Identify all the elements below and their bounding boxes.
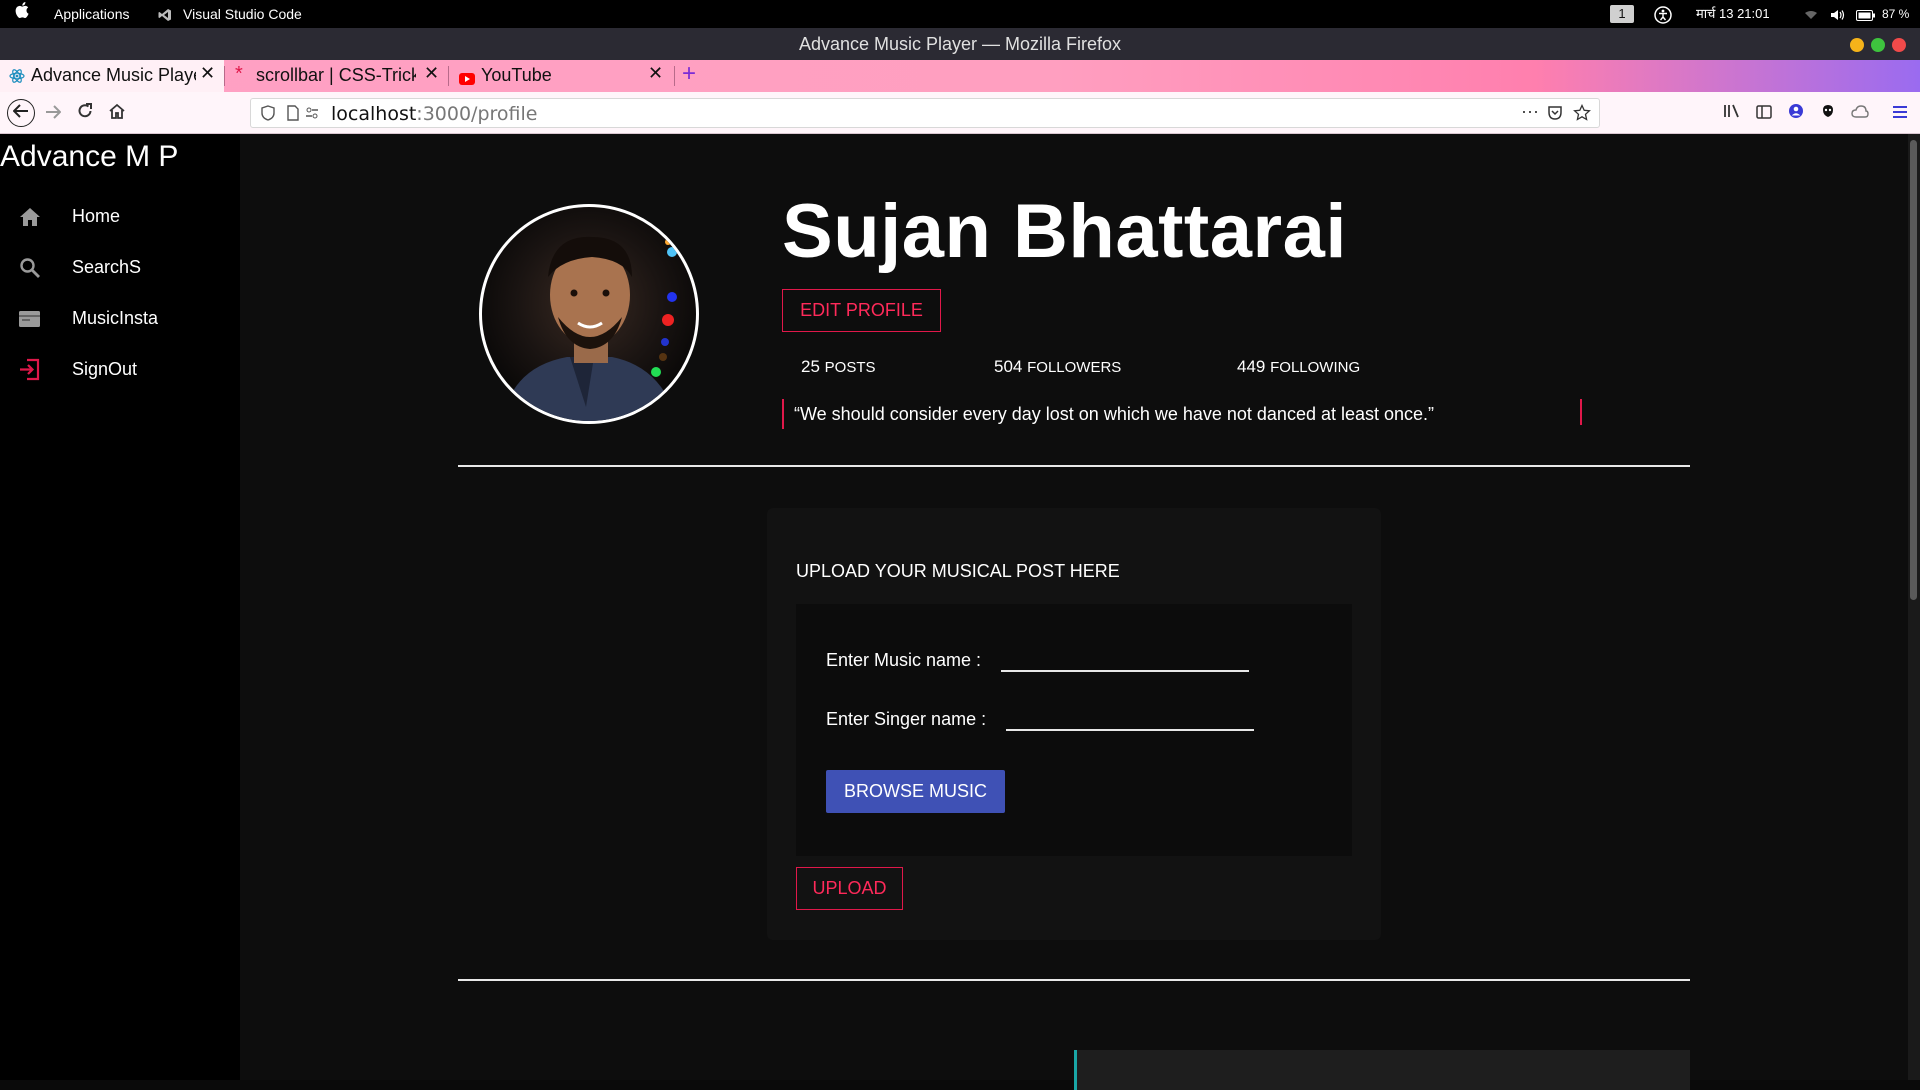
sidebar-toggle-icon[interactable] [1751, 100, 1777, 126]
back-button[interactable] [7, 99, 35, 127]
vscode-icon [158, 0, 172, 28]
window-title: Advance Music Player — Mozilla Firefox [798, 34, 1122, 54]
reload-button[interactable] [72, 100, 98, 126]
upload-card: UPLOAD YOUR MUSICAL POST HERE Enter Musi… [767, 508, 1381, 940]
css-tricks-favicon-icon: * [235, 63, 243, 85]
youtube-favicon-icon [459, 69, 475, 90]
brand-title[interactable]: Advance M P [0, 140, 178, 174]
tab-advance-music-player[interactable]: Advance Music Player ✕ [0, 60, 224, 92]
upload-button[interactable]: UPLOAD [796, 867, 903, 910]
tab-label: scrollbar | CSS-Tricks [256, 65, 416, 85]
sidebar-item-musicinsta[interactable]: MusicInsta [0, 298, 240, 340]
page-icon[interactable] [287, 105, 299, 126]
apple-icon[interactable] [14, 0, 30, 28]
forward-button[interactable] [40, 100, 66, 126]
following-count: 449 [1237, 357, 1266, 376]
home-button[interactable] [104, 100, 130, 126]
address-bar[interactable]: localhost:3000/profile ··· [250, 98, 1600, 128]
applications-menu[interactable]: Applications [54, 0, 130, 28]
sidebar-item-label: Home [72, 206, 121, 226]
singer-name-label: Enter Singer name : [826, 709, 987, 729]
navigation-toolbar: localhost:3000/profile ··· [0, 92, 1920, 134]
following-label: FOLLOWING [1270, 359, 1361, 376]
new-tab-button[interactable]: + [682, 60, 696, 88]
sidebar-item-home[interactable]: Home [0, 196, 240, 238]
browse-music-button[interactable]: BROWSE MUSIC [826, 770, 1005, 813]
scrollbar-thumb[interactable] [1910, 140, 1917, 600]
upload-title: UPLOAD YOUR MUSICAL POST HERE [796, 561, 1120, 581]
bookmark-star-icon[interactable] [1573, 103, 1591, 127]
accessibility-icon[interactable] [1654, 0, 1672, 28]
page-actions-icon[interactable]: ··· [1521, 101, 1539, 122]
avatar-portrait-image [502, 236, 677, 421]
followers-label: FOLLOWERS [1027, 359, 1122, 376]
hamburger-menu-icon[interactable] [1887, 100, 1913, 126]
extension-cloud-icon[interactable] [1847, 100, 1873, 126]
extension-icon[interactable] [1815, 100, 1841, 126]
permissions-icon[interactable] [305, 105, 319, 126]
battery-icon[interactable] [1856, 0, 1876, 28]
sidebar-item-label: SearchS [72, 257, 142, 277]
music-name-label: Enter Music name : [826, 650, 982, 670]
battery-percent: 87 % [1882, 7, 1910, 21]
library-icon[interactable] [1719, 100, 1745, 126]
section-divider [458, 979, 1690, 981]
edit-profile-button[interactable]: EDIT PROFILE [782, 289, 941, 332]
app-sidebar: Advance M P Home SearchS MusicInsta Sign… [0, 134, 240, 1080]
tab-strip: Advance Music Player ✕ * scrollbar | CSS… [0, 60, 1920, 92]
close-tab-icon[interactable]: ✕ [200, 63, 215, 84]
page-scrollbar[interactable] [1908, 134, 1920, 1080]
music-name-input[interactable] [1001, 644, 1249, 672]
wifi-icon[interactable] [1804, 0, 1818, 28]
shield-icon[interactable] [261, 105, 275, 126]
sidebar-item-label: SignOut [72, 359, 138, 379]
posts-stat[interactable]: 25 POSTS [801, 357, 876, 377]
posts-label: POSTS [824, 359, 876, 376]
tab-scrollbar-css-tricks[interactable]: * scrollbar | CSS-Tricks ✕ [226, 60, 448, 92]
tab-divider [674, 66, 675, 86]
sidebar-item-label: MusicInsta [72, 308, 159, 328]
followers-count: 504 [994, 357, 1023, 376]
react-favicon-icon [9, 68, 25, 89]
upload-form: Enter Music name : Enter Singer name : B… [796, 604, 1352, 856]
singer-name-input[interactable] [1006, 703, 1254, 731]
maximize-button[interactable] [1871, 38, 1885, 52]
posts-count: 25 [801, 357, 820, 376]
profile-quote: “We should consider every day lost on wh… [782, 399, 1582, 429]
section-divider [458, 465, 1690, 467]
post-card-partial [1074, 1050, 1690, 1090]
window-title-bar: Advance Music Player — Mozilla Firefox [0, 28, 1920, 60]
active-app-label: Visual Studio Code [183, 6, 302, 22]
volume-icon[interactable] [1830, 0, 1846, 28]
pocket-icon[interactable] [1547, 105, 1563, 126]
followers-stat[interactable]: 504 FOLLOWERS [994, 357, 1121, 377]
close-window-button[interactable] [1892, 38, 1906, 52]
signout-icon [17, 357, 43, 383]
minimize-button[interactable] [1850, 38, 1864, 52]
folder-icon [17, 306, 43, 332]
avatar[interactable] [479, 204, 699, 424]
close-tab-icon[interactable]: ✕ [648, 63, 663, 84]
tab-label: Advance Music Player [31, 65, 196, 85]
search-icon [17, 255, 43, 281]
workspace-indicator[interactable]: 1 [1610, 5, 1634, 23]
sidebar-item-signout[interactable]: SignOut [0, 349, 240, 391]
tab-label: YouTube [481, 65, 552, 85]
quote-end-marker [1580, 399, 1582, 425]
clock[interactable]: मार्च 13 21:01 [1696, 0, 1770, 28]
account-icon[interactable] [1783, 100, 1809, 126]
following-stat[interactable]: 449 FOLLOWING [1237, 357, 1360, 377]
tab-youtube[interactable]: YouTube ✕ [450, 60, 672, 92]
os-top-bar: Applications Visual Studio Code 1 मार्च … [0, 0, 1920, 28]
home-icon [17, 204, 43, 230]
url-text[interactable]: localhost:3000/profile [331, 103, 537, 125]
profile-name: Sujan Bhattarai [782, 189, 1347, 274]
close-tab-icon[interactable]: ✕ [424, 63, 439, 84]
sidebar-item-search[interactable]: SearchS [0, 247, 240, 289]
tab-divider [448, 66, 449, 86]
tab-divider [224, 66, 225, 86]
